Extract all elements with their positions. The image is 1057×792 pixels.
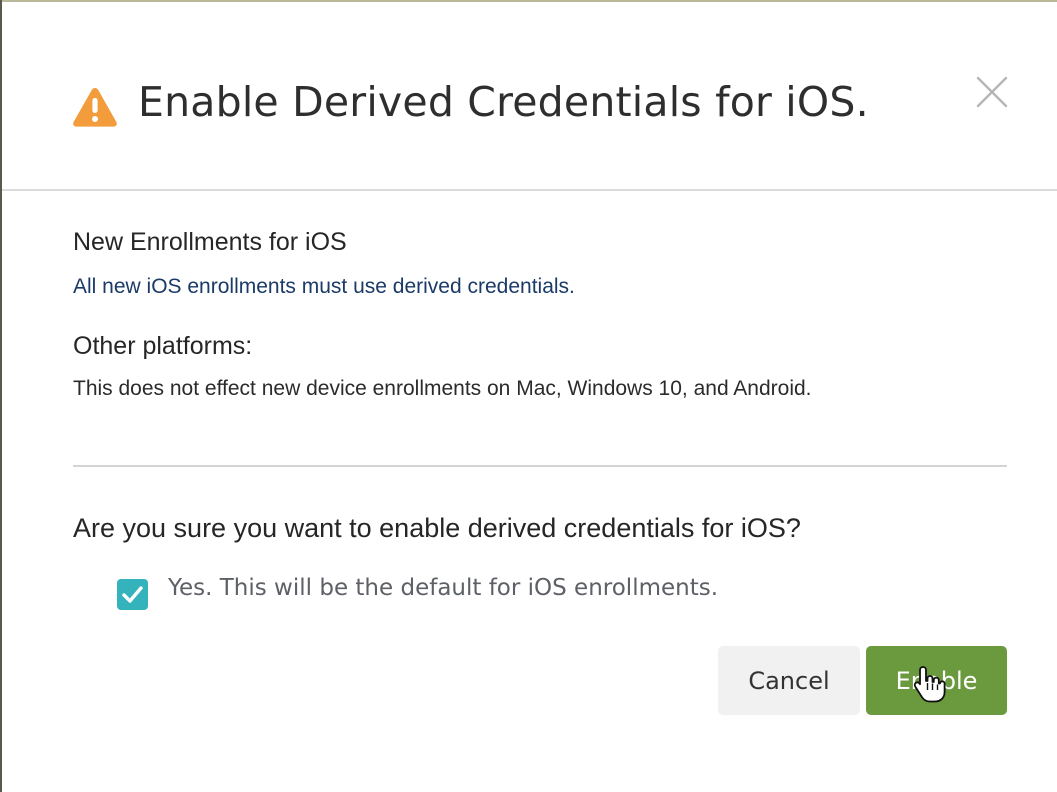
default-enrollment-checkbox[interactable] (117, 579, 148, 610)
section-divider (73, 465, 1007, 467)
other-platforms-heading: Other platforms: (73, 332, 253, 360)
other-platforms-text: This does not effect new device enrollme… (73, 377, 812, 400)
header-divider (2, 189, 1057, 191)
default-enrollment-checkbox-label[interactable]: Yes. This will be the default for iOS en… (168, 575, 718, 601)
enable-button[interactable]: Enable (866, 646, 1007, 715)
dialog-header: Enable Derived Credentials for iOS. (2, 0, 1057, 190)
dialog-title: Enable Derived Credentials for iOS. (138, 78, 869, 126)
new-enrollments-text: All new iOS enrollments must use derived… (73, 275, 575, 298)
close-icon[interactable] (972, 72, 1012, 112)
warning-icon (72, 86, 118, 128)
cancel-button[interactable]: Cancel (718, 646, 860, 715)
enable-derived-credentials-dialog: Enable Derived Credentials for iOS. New … (0, 0, 1057, 792)
new-enrollments-heading: New Enrollments for iOS (73, 228, 347, 256)
confirm-question: Are you sure you want to enable derived … (73, 513, 801, 543)
